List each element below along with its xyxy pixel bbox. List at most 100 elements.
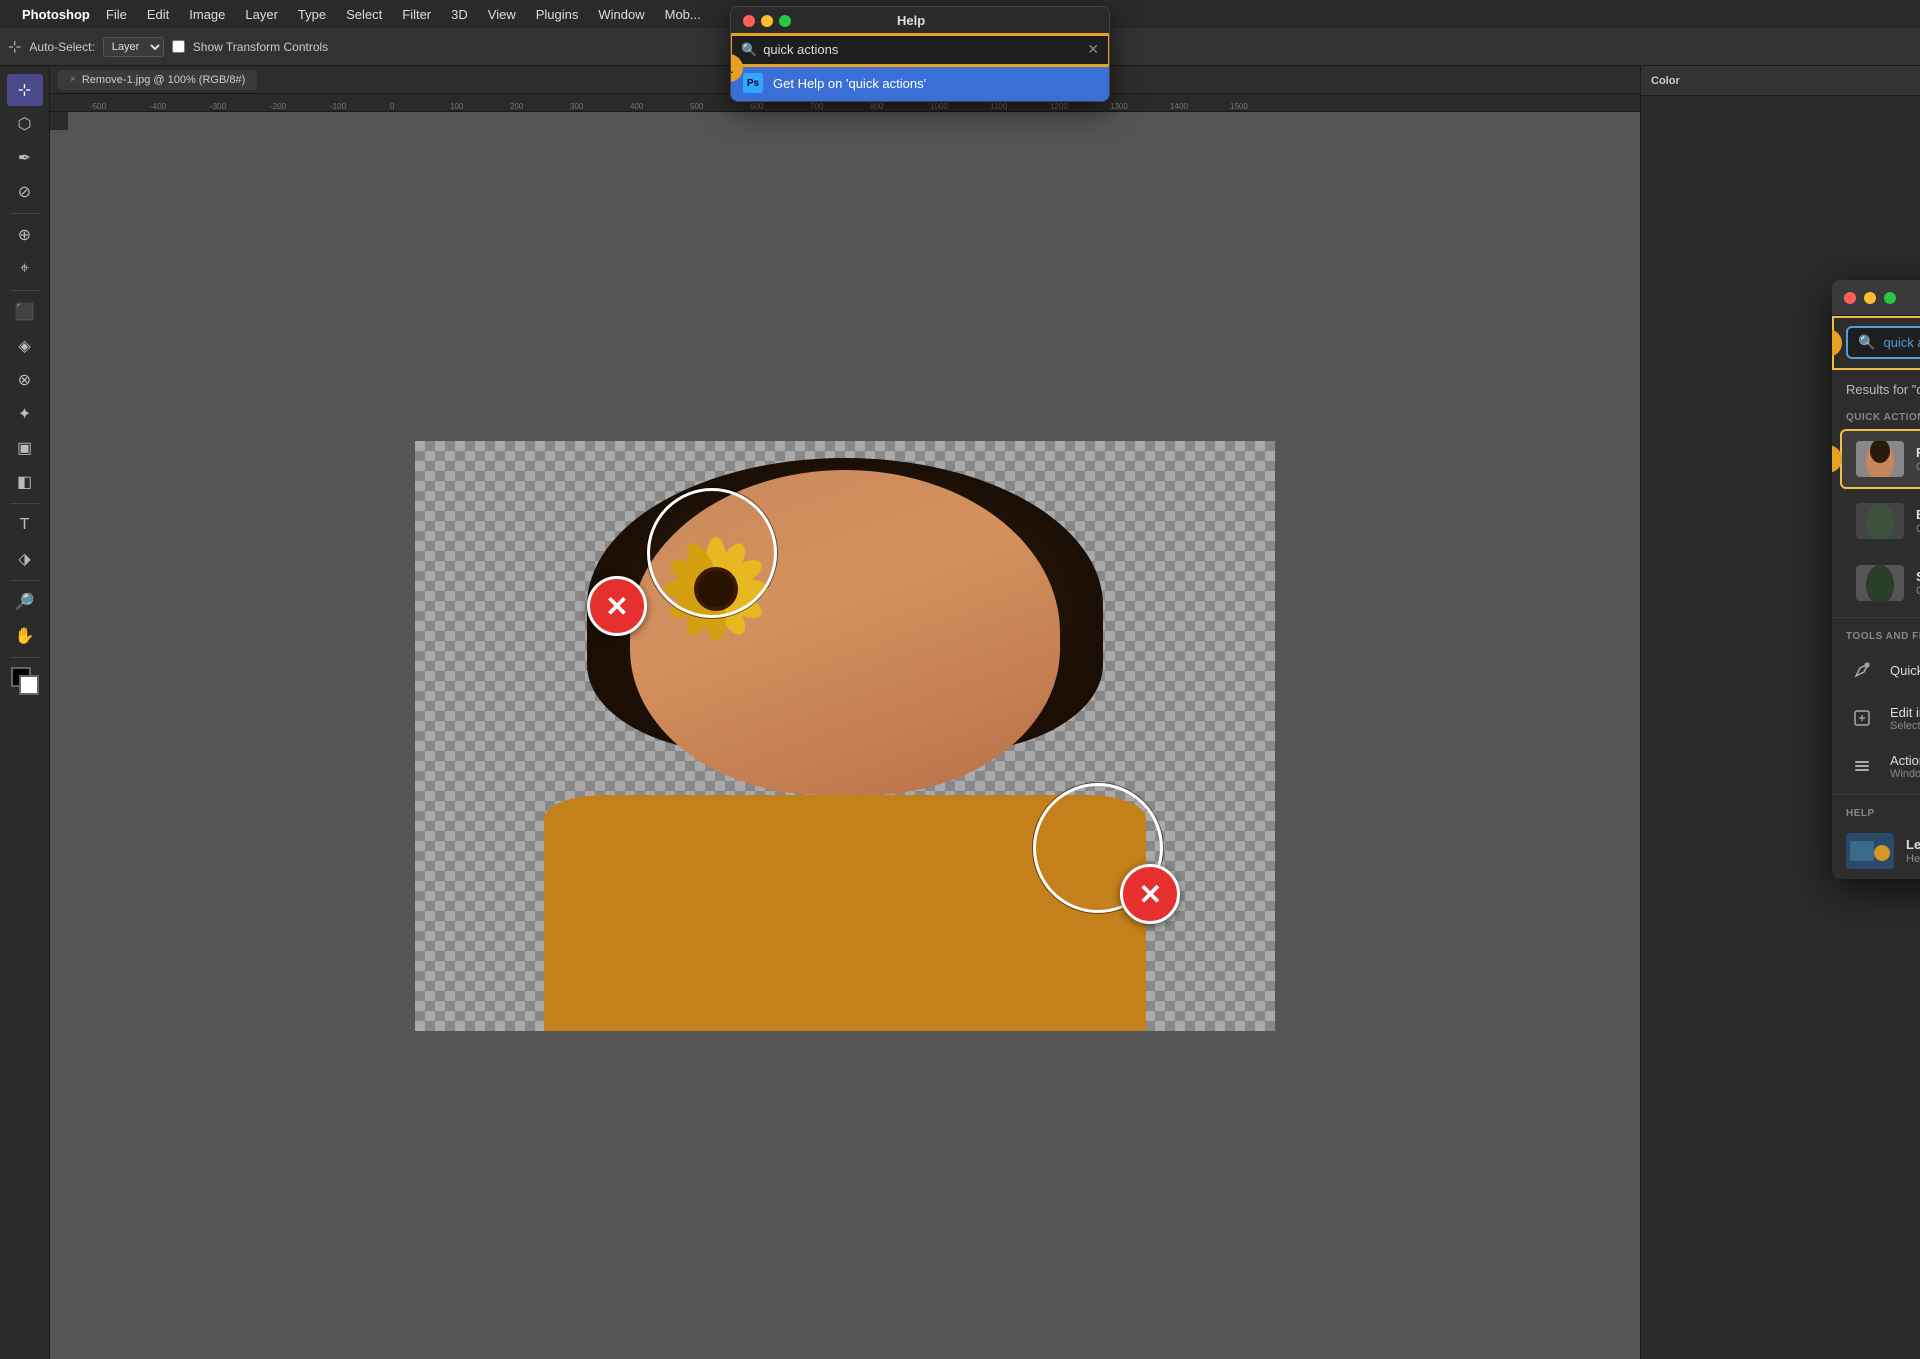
brush-tool-btn[interactable]: ◈ [7,330,43,362]
menu-window[interactable]: Window [590,5,652,24]
gradient-tool-btn[interactable]: ◧ [7,466,43,498]
help-panel: Help 1 🔍 ✕ Ps Get Help on 'quick actions… [730,6,1110,102]
select-bg-subtitle: Quick action [1916,585,1920,597]
menu-3d[interactable]: 3D [443,5,476,24]
discover-help-info: Learn faster with the Photoshop Discover… [1906,837,1920,865]
actions-tool-item[interactable]: Actions Window F9 [1832,742,1920,790]
background-color[interactable] [19,675,39,695]
discover-minimize-btn[interactable] [1864,292,1876,304]
shape-tool-btn[interactable]: ⬗ [7,543,43,575]
canvas-tab-close[interactable]: × [70,74,76,85]
crop-tool-btn[interactable]: ⊕ [7,219,43,251]
ps-logo-icon: Ps [743,73,763,93]
menu-filter[interactable]: Filter [394,5,439,24]
remove-bg-title: Remove background [1916,445,1920,460]
menu-more[interactable]: Mob... [657,5,709,24]
ruler-tick: 400 [630,102,690,111]
lasso-tool-btn[interactable]: ✒ [7,142,43,174]
blur-bg-info: Blur background Quick action [1916,507,1920,535]
section-divider-2 [1832,794,1920,795]
canvas-tab-title: Remove-1.jpg @ 100% (RGB/8#) [82,74,245,86]
canvas-area: × Remove-1.jpg @ 100% (RGB/8#) -500 -400… [50,66,1640,1359]
menu-select[interactable]: Select [338,5,390,24]
toolbar-separator-2 [10,290,40,291]
ruler-tick: 1200 [1050,102,1110,111]
ruler-tick: 500 [690,102,750,111]
blur-bg-card[interactable]: Blur background Quick action ⓘ [1840,491,1920,551]
quick-mask-tool-item[interactable]: Edit in Quick Mask Mode Select [1832,694,1920,742]
select-bg-thumbnail [1856,565,1904,601]
remove-bg-thumbnail [1856,441,1904,477]
discover-help-title: Learn faster with the Photoshop Discover… [1906,837,1920,852]
ruler-corner [50,112,68,130]
select-bg-title: Select background [1916,569,1920,584]
circle-selection-1 [647,488,777,618]
menu-plugins[interactable]: Plugins [528,5,587,24]
left-toolbar: ⊹ ⬡ ✒ ⊘ ⊕ ⌖ ⬛ ◈ ⊗ ✦ ▣ ◧ T ⬗ 🔎 ✋ [0,66,50,1359]
step-badge-2: 2 [1832,329,1842,357]
discover-search-box: 🔍 ✕ [1846,326,1920,359]
ruler-tick: 1300 [1110,102,1170,111]
actions-title: Actions [1890,753,1920,768]
ruler-tick: 200 [510,102,570,111]
help-search-clear-icon[interactable]: ✕ [1087,41,1099,58]
transform-checkbox[interactable] [172,40,185,53]
history-tool-btn[interactable]: ✦ [7,398,43,430]
layer-select[interactable]: Layer Group [103,37,164,57]
help-search-input[interactable] [763,42,1081,57]
quick-mask-icon [1846,702,1878,734]
canvas-with-rulers: ✕ ✕ [50,112,1640,1359]
discover-help-card[interactable]: Learn faster with the Photoshop Discover… [1832,823,1920,879]
menu-view[interactable]: View [480,5,524,24]
discover-close-btn[interactable] [1844,292,1856,304]
marquee-tool-btn[interactable]: ⬡ [7,108,43,140]
help-result-item[interactable]: Ps Get Help on 'quick actions' [731,65,1109,101]
discover-search-icon: 🔍 [1858,334,1875,351]
select-bg-card[interactable]: Select background Quick action ⓘ [1840,553,1920,613]
remove-bg-info: Remove background Quick action [1916,445,1920,473]
quick-selection-tool-item[interactable]: Quick Selection Tool W [1832,646,1920,694]
discover-panel: Discover 2 🔍 ✕ Results for "quick action… [1832,280,1920,879]
discover-maximize-btn[interactable] [1884,292,1896,304]
menu-edit[interactable]: Edit [139,5,177,24]
tools-features-label: TOOLS AND FEATURES [1846,631,1920,642]
help-label: HELP [1846,808,1875,819]
heal-tool-btn[interactable]: ⬛ [7,296,43,328]
quick-selection-title: Quick Selection Tool [1890,663,1920,678]
tools-section-header: TOOLS AND FEATURES View all (4) [1832,622,1920,646]
eraser-tool-btn[interactable]: ▣ [7,432,43,464]
hand-tool-btn[interactable]: ✋ [7,620,43,652]
canvas-tab[interactable]: × Remove-1.jpg @ 100% (RGB/8#) [58,70,257,90]
discover-search-input[interactable] [1883,335,1920,350]
help-panel-close[interactable] [743,15,755,27]
help-panel-minimize[interactable] [761,15,773,27]
quick-mask-title: Edit in Quick Mask Mode [1890,705,1920,720]
ruler-tick: 700 [810,102,870,111]
quick-select-tool-btn[interactable]: ⊘ [7,176,43,208]
menu-type[interactable]: Type [290,5,334,24]
menu-image[interactable]: Image [181,5,233,24]
color-swatch[interactable] [11,667,39,695]
zoom-tool-btn[interactable]: 🔎 [7,586,43,618]
remove-bg-card[interactable]: Remove background Quick action ⓘ [1840,429,1920,489]
ruler-tick: -400 [150,102,210,111]
eyedropper-tool-btn[interactable]: ⌖ [7,253,43,285]
text-tool-btn[interactable]: T [7,509,43,541]
step-badge-1: 1 [730,54,743,82]
ruler-tick: -500 [90,102,150,111]
help-step-wrapper: 1 🔍 ✕ Ps Get Help on 'quick actions' [731,35,1109,101]
ruler-tick: 1400 [1170,102,1230,111]
canvas-image-area[interactable]: ✕ ✕ [50,112,1640,1359]
clone-tool-btn[interactable]: ⊗ [7,364,43,396]
transform-label: Show Transform Controls [193,40,328,54]
app-name: Photoshop [22,7,90,22]
move-tool-btn[interactable]: ⊹ [7,74,43,106]
toolbar-separator [10,213,40,214]
menu-layer[interactable]: Layer [237,5,286,24]
color-panel [1641,96,1920,296]
discover-search-area: 🔍 ✕ [1832,316,1920,370]
help-search-row: 🔍 ✕ [731,35,1109,65]
menu-file[interactable]: File [98,5,135,24]
help-panel-maximize[interactable] [779,15,791,27]
ruler-tick: 1100 [990,102,1050,111]
